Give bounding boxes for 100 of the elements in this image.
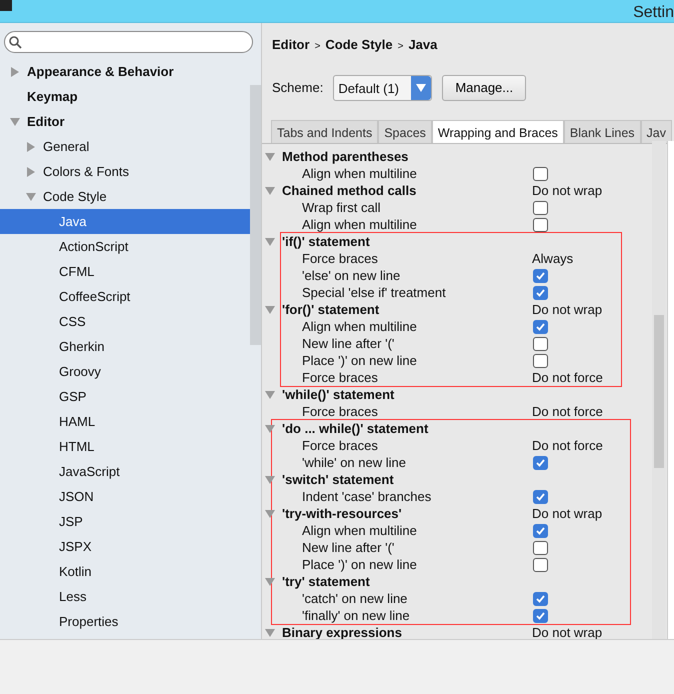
manage-button[interactable]: Manage...	[442, 75, 526, 101]
group-heading: Chained method calls	[282, 182, 416, 200]
expanded-arrow-icon[interactable]	[265, 305, 275, 315]
collapsed-arrow-icon[interactable]	[10, 66, 20, 76]
option-label: Force braces	[302, 250, 378, 268]
checkbox[interactable]	[533, 490, 548, 504]
tree-item[interactable]: Keymap	[0, 84, 250, 109]
checkbox[interactable]	[533, 337, 548, 351]
checkbox[interactable]	[533, 456, 548, 470]
tree-item[interactable]: Appearance & Behavior	[0, 59, 250, 84]
tree-item[interactable]: ActionScript	[0, 234, 250, 259]
tree-item[interactable]: JavaScript	[0, 459, 250, 484]
checkbox[interactable]	[533, 269, 548, 283]
tree-item[interactable]: Java	[0, 209, 250, 234]
scrollbar[interactable]	[250, 85, 261, 345]
checkbox[interactable]	[533, 320, 548, 334]
option-label: New line after '('	[302, 538, 394, 557]
option-label: Place ')' on new line	[302, 352, 417, 370]
group-heading: 'switch' statement	[282, 470, 394, 489]
breadcrumb-item[interactable]: Editor	[272, 37, 310, 52]
tree-item[interactable]: Less	[0, 584, 250, 609]
expanded-arrow-icon[interactable]	[265, 475, 275, 485]
option-label: 'finally' on new line	[302, 606, 410, 625]
option-value[interactable]: Do not force	[532, 368, 603, 388]
option-value[interactable]: Always	[532, 248, 574, 268]
tree-item[interactable]: GSP	[0, 384, 250, 409]
expanded-arrow-icon[interactable]	[265, 628, 275, 638]
checkmark-icon	[536, 459, 545, 467]
group-heading: Method parentheses	[282, 148, 408, 166]
search-field[interactable]	[4, 31, 253, 53]
group-heading: 'if()' statement	[282, 232, 370, 251]
expanded-arrow-icon[interactable]	[265, 237, 275, 247]
checkmark-icon	[536, 527, 545, 535]
tree-item[interactable]: Properties	[0, 609, 250, 634]
checkbox[interactable]	[533, 609, 548, 623]
tree-item[interactable]: Editor	[0, 109, 250, 134]
scrollbar-thumb[interactable]	[654, 315, 664, 468]
option-label: Align when multiline	[302, 522, 417, 540]
option-label: 'catch' on new line	[302, 590, 408, 608]
tree-item[interactable]: CFML	[0, 259, 250, 284]
expanded-arrow-icon[interactable]	[265, 424, 275, 434]
tree-item[interactable]: HTML	[0, 434, 250, 459]
checkbox[interactable]	[533, 201, 548, 215]
checkbox[interactable]	[533, 286, 548, 300]
option-label: Place ')' on new line	[302, 556, 417, 574]
checkbox[interactable]	[533, 218, 548, 232]
tree-item[interactable]: Code Style	[0, 184, 250, 209]
option-label: 'else' on new line	[302, 266, 400, 285]
tree-item[interactable]: Gherkin	[0, 334, 250, 359]
checkbox[interactable]	[533, 541, 548, 555]
option-value[interactable]: Do not wrap	[532, 300, 602, 320]
option-value[interactable]: Do not wrap	[532, 504, 602, 524]
tree-item[interactable]: JSPX	[0, 534, 250, 559]
tree-item[interactable]: JSP	[0, 509, 250, 534]
breadcrumb-item[interactable]: Code Style	[325, 37, 393, 52]
tree-item[interactable]: CSS	[0, 309, 250, 334]
tree-item[interactable]: Colors & Fonts	[0, 159, 250, 184]
group-heading: 'try' statement	[282, 572, 370, 591]
tree-item[interactable]: CoffeeScript	[0, 284, 250, 309]
expanded-arrow-icon[interactable]	[10, 116, 20, 126]
separator-icon: >	[398, 41, 404, 52]
checkbox[interactable]	[533, 558, 548, 572]
caret-icon[interactable]	[416, 83, 426, 93]
tree-item[interactable]: JSON	[0, 484, 250, 509]
tree-item[interactable]: Groovy	[0, 359, 250, 384]
option-value[interactable]: Do not force	[532, 436, 603, 456]
expanded-arrow-icon[interactable]	[265, 509, 275, 519]
tree-item[interactable]: Kotlin	[0, 559, 250, 584]
collapsed-arrow-icon[interactable]	[26, 166, 36, 176]
expanded-arrow-icon[interactable]	[265, 186, 275, 196]
tab[interactable]: Blank Lines	[564, 120, 641, 143]
tree-item[interactable]: General	[0, 134, 250, 159]
option-value[interactable]: Do not wrap	[532, 180, 602, 200]
tab[interactable]: Jav	[640, 120, 672, 143]
option-label: Align when multiline	[302, 216, 417, 234]
checkbox[interactable]	[533, 167, 548, 181]
option-label: 'while' on new line	[302, 454, 406, 472]
option-label: Force braces	[302, 402, 378, 421]
tab[interactable]: Tabs and Indents	[271, 120, 378, 143]
breadcrumb-item[interactable]: Java	[408, 37, 438, 52]
expanded-arrow-icon[interactable]	[265, 152, 275, 162]
checkbox[interactable]	[533, 592, 548, 606]
app-logo-icon	[0, 0, 12, 11]
option-label: Force braces	[302, 368, 378, 387]
group-heading: 'do ... while()' statement	[282, 420, 428, 438]
checkmark-icon	[536, 493, 545, 501]
expanded-arrow-icon[interactable]	[26, 192, 36, 202]
tab[interactable]: Wrapping and Braces	[432, 120, 564, 143]
tab[interactable]: Spaces	[378, 120, 432, 143]
checkbox[interactable]	[533, 354, 548, 368]
expanded-arrow-icon[interactable]	[265, 577, 275, 587]
search-icon	[9, 36, 22, 48]
scheme-dropdown[interactable]: Default (1)	[333, 75, 432, 101]
checkbox[interactable]	[533, 524, 548, 538]
expanded-arrow-icon[interactable]	[265, 390, 275, 400]
tree-item[interactable]: HAML	[0, 409, 250, 434]
option-label: Special 'else if' treatment	[302, 284, 446, 302]
collapsed-arrow-icon[interactable]	[26, 142, 36, 152]
option-value[interactable]: Do not force	[532, 402, 603, 422]
option-label: Align when multiline	[302, 164, 417, 183]
